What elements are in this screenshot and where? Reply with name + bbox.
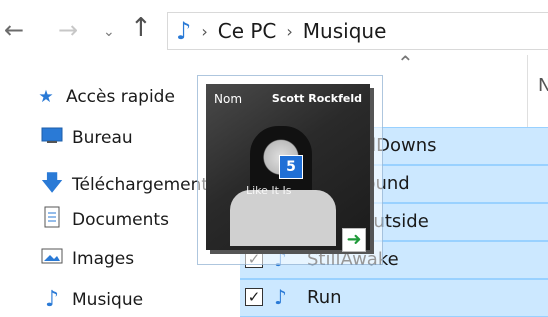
album-artist: Scott Rockfeld xyxy=(271,92,362,105)
sidebar-item-documents[interactable]: Documents xyxy=(40,206,169,233)
music-note-icon: ♪ xyxy=(44,287,60,312)
list-item[interactable]: ✓ ♪ Run xyxy=(240,279,548,317)
forward-arrow-icon[interactable]: → xyxy=(58,18,78,42)
column-divider[interactable] xyxy=(527,55,528,127)
chevron-down-icon[interactable]: ⌄ xyxy=(103,20,115,44)
ghost-column-label: Nom xyxy=(214,92,243,106)
sidebar-item-musique[interactable]: ♪ Musique xyxy=(40,287,143,312)
download-icon: 🡇 xyxy=(40,171,64,196)
image-icon xyxy=(40,247,64,270)
drag-preview: Nom Scott Rockfeld Like It Is 5 ➜ xyxy=(197,75,383,265)
sidebar-item-telechargements[interactable]: 🡇 Téléchargements xyxy=(40,166,217,204)
navigation-pane: ★ Accès rapide Bureau 🡇 Téléchargements … xyxy=(0,70,217,316)
sidebar-item-label: Téléchargements xyxy=(72,175,217,195)
move-arrow-icon: ➜ xyxy=(342,228,366,252)
sidebar-item-label: Musique xyxy=(72,289,144,310)
document-icon xyxy=(40,206,64,233)
address-bar[interactable]: ♪ › Ce PC › Musique xyxy=(167,12,548,50)
sidebar-item-label: Documents xyxy=(72,209,169,230)
breadcrumb-ce-pc[interactable]: Ce PC xyxy=(218,19,277,43)
sidebar-item-label: Images xyxy=(72,248,135,269)
breadcrumb-separator-icon[interactable]: › xyxy=(286,22,292,41)
portrait-body xyxy=(230,190,336,246)
column-header-partial[interactable]: N xyxy=(538,75,548,96)
album-subtitle: Like It Is xyxy=(246,184,292,197)
sidebar-item-acces-rapide[interactable]: ★ Accès rapide xyxy=(34,87,175,107)
up-arrow-icon[interactable]: ↑ xyxy=(130,15,152,41)
star-icon: ★ xyxy=(38,87,54,107)
audio-file-icon: ♪ xyxy=(274,285,287,309)
desktop-icon xyxy=(40,126,64,149)
file-name: Run xyxy=(307,287,342,308)
breadcrumb-musique[interactable]: Musique xyxy=(303,19,387,43)
sidebar-item-label: Accès rapide xyxy=(66,87,175,107)
item-count-badge: 5 xyxy=(279,155,303,179)
breadcrumb-separator-icon[interactable]: › xyxy=(201,22,207,41)
back-arrow-icon[interactable]: ← xyxy=(4,18,24,42)
navigation-bar: ← → ⌄ ↑ ♪ › Ce PC › Musique xyxy=(0,0,548,62)
sidebar-item-label: Bureau xyxy=(72,127,133,148)
row-checkbox[interactable]: ✓ xyxy=(245,288,263,306)
sidebar-item-images[interactable]: Images xyxy=(40,247,134,270)
music-note-icon: ♪ xyxy=(176,17,192,45)
sort-ascending-icon[interactable]: ⌃ xyxy=(397,51,414,75)
sidebar-item-bureau[interactable]: Bureau xyxy=(40,126,133,149)
